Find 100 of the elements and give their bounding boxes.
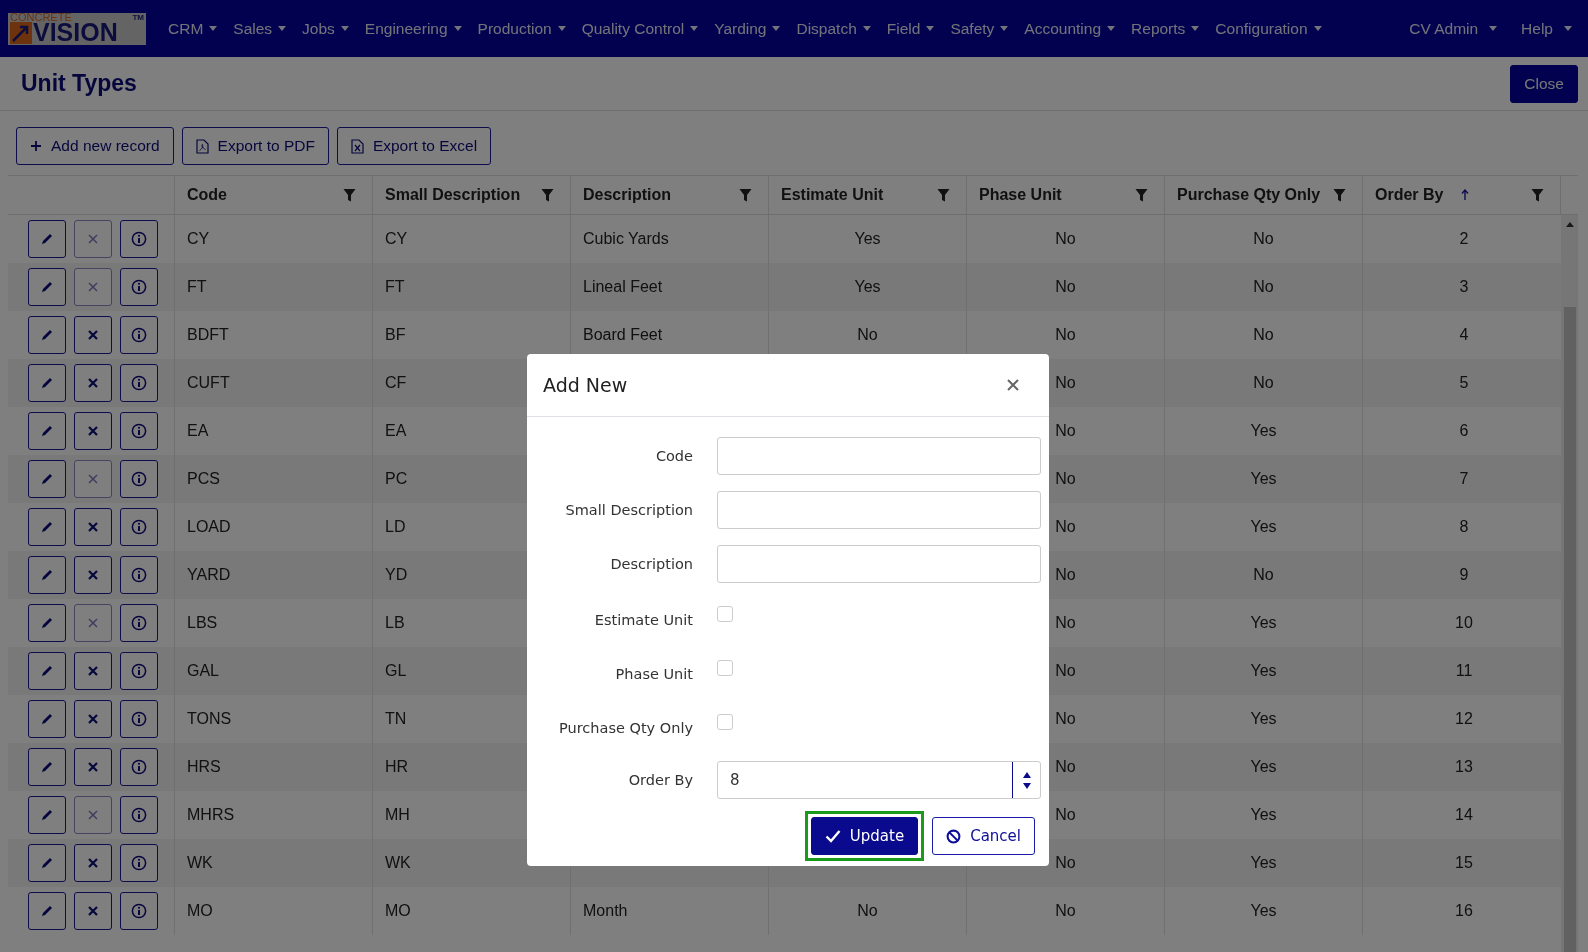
nav-menu[interactable]: Yarding	[706, 15, 789, 42]
nav-menu[interactable]: Production	[469, 15, 574, 42]
column-header[interactable]: Order By	[1362, 176, 1560, 214]
column-header[interactable]: Purchase Qty Only	[1164, 176, 1362, 214]
info-button[interactable]	[120, 268, 158, 306]
delete-button[interactable]	[74, 316, 112, 354]
info-button[interactable]	[120, 460, 158, 498]
table-cell: 5	[1459, 374, 1469, 392]
close-icon	[88, 234, 98, 244]
info-icon	[131, 327, 147, 343]
delete-button[interactable]	[74, 748, 112, 786]
edit-button[interactable]	[28, 892, 66, 930]
delete-button[interactable]	[74, 652, 112, 690]
pencil-icon	[40, 376, 54, 390]
pencil-icon	[40, 280, 54, 294]
info-button[interactable]	[120, 316, 158, 354]
edit-button[interactable]	[28, 844, 66, 882]
edit-button[interactable]	[28, 748, 66, 786]
delete-button[interactable]	[74, 700, 112, 738]
scrollbar[interactable]	[1561, 215, 1578, 952]
nav-menu[interactable]: CRM	[160, 15, 226, 42]
column-header[interactable]: Description	[570, 176, 768, 214]
close-button[interactable]	[1005, 377, 1021, 393]
filter-icon	[1531, 188, 1544, 202]
edit-button[interactable]	[28, 604, 66, 642]
info-button[interactable]	[120, 364, 158, 402]
info-button[interactable]	[120, 652, 158, 690]
edit-button[interactable]	[28, 700, 66, 738]
delete-button[interactable]	[74, 844, 112, 882]
table-cell: 12	[1455, 710, 1473, 728]
checkbox[interactable]	[717, 660, 733, 676]
edit-button[interactable]	[28, 364, 66, 402]
input-field[interactable]	[717, 491, 1041, 529]
table-cell: 16	[1455, 902, 1473, 920]
toolbar-button[interactable]: Export to PDF	[181, 127, 329, 165]
info-icon	[131, 279, 147, 295]
nav-menu[interactable]: Engineering	[356, 15, 470, 42]
delete-button[interactable]	[74, 556, 112, 594]
checkbox[interactable]	[717, 714, 733, 730]
edit-button[interactable]	[28, 220, 66, 258]
edit-button[interactable]	[28, 412, 66, 450]
nav-menu[interactable]: Sales	[225, 15, 295, 42]
table-cell: 4	[1459, 326, 1469, 344]
info-button[interactable]	[120, 508, 158, 546]
info-button[interactable]	[120, 604, 158, 642]
info-button[interactable]	[120, 796, 158, 834]
scroll-up-icon	[1565, 221, 1574, 227]
close-icon	[88, 282, 98, 292]
nav-menu[interactable]: Dispatch	[788, 15, 879, 42]
close-icon	[88, 858, 98, 868]
nav-menu[interactable]: Field	[878, 15, 943, 42]
info-button[interactable]	[120, 412, 158, 450]
nav-menu[interactable]: Configuration	[1207, 15, 1330, 42]
info-button[interactable]	[120, 700, 158, 738]
close-icon	[88, 618, 98, 628]
checkbox[interactable]	[717, 606, 733, 622]
cancel-button[interactable]: Cancel	[932, 817, 1035, 855]
nav-menu[interactable]: Help	[1513, 15, 1580, 42]
field-label: Small Description	[564, 502, 693, 518]
delete-button[interactable]	[74, 412, 112, 450]
table-cell: No	[1055, 902, 1076, 920]
info-button[interactable]	[120, 892, 158, 930]
update-button[interactable]: Update	[810, 817, 919, 855]
table-cell: 9	[1459, 566, 1469, 584]
table-cell: No	[1055, 422, 1076, 440]
toolbar-button[interactable]: Export to Excel	[336, 127, 492, 165]
column-header[interactable]: Small Description	[372, 176, 570, 214]
info-button[interactable]	[120, 556, 158, 594]
nav-menu[interactable]: Accounting	[1016, 15, 1124, 42]
nav-menu[interactable]: Reports	[1123, 15, 1208, 42]
caret-icon	[1000, 26, 1009, 31]
number-field[interactable]: 8	[717, 761, 1041, 799]
info-button[interactable]	[120, 844, 158, 882]
input-field[interactable]	[717, 437, 1041, 475]
info-button[interactable]	[120, 220, 158, 258]
pencil-icon	[40, 712, 54, 726]
nav-menu[interactable]: Jobs	[294, 15, 357, 42]
close-button[interactable]: Close	[1510, 64, 1578, 103]
edit-button[interactable]	[28, 316, 66, 354]
edit-button[interactable]	[28, 508, 66, 546]
column-header[interactable]: Code	[174, 176, 372, 214]
edit-button[interactable]	[28, 268, 66, 306]
edit-button[interactable]	[28, 556, 66, 594]
nav-menu[interactable]: Quality Control	[573, 15, 707, 42]
toolbar-button[interactable]: Add new record	[16, 127, 174, 165]
edit-button[interactable]	[28, 460, 66, 498]
delete-button[interactable]	[74, 364, 112, 402]
input-field[interactable]	[717, 545, 1041, 583]
close-icon	[88, 522, 98, 532]
column-header[interactable]: Phase Unit	[966, 176, 1164, 214]
edit-button[interactable]	[28, 652, 66, 690]
column-header[interactable]: Estimate Unit	[768, 176, 966, 214]
nav-menu[interactable]: CV Admin	[1401, 15, 1506, 42]
caret-icon	[557, 26, 566, 31]
delete-button[interactable]	[74, 892, 112, 930]
delete-button[interactable]	[74, 508, 112, 546]
edit-button[interactable]	[28, 796, 66, 834]
table-cell: YARD	[187, 566, 231, 584]
nav-menu[interactable]: Safety	[942, 15, 1017, 42]
info-button[interactable]	[120, 748, 158, 786]
